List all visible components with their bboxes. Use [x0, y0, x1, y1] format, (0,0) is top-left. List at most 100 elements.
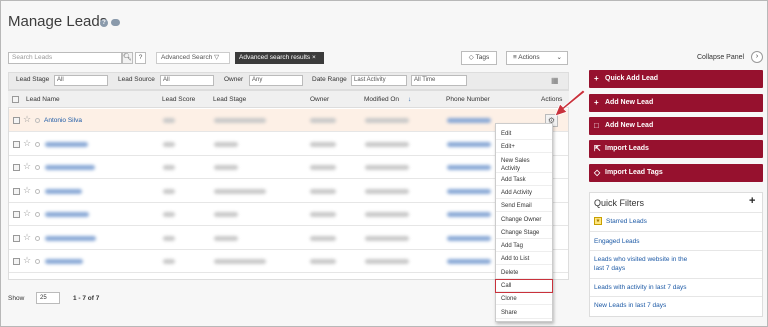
- table-row[interactable]: ☆: [9, 227, 568, 250]
- row-checkbox[interactable]: [13, 258, 20, 265]
- col-owner[interactable]: Owner: [310, 96, 329, 103]
- row-checkbox[interactable]: [13, 235, 20, 242]
- status-dot-icon: [35, 142, 40, 147]
- quick-add-lead-button[interactable]: + Quick Add Lead: [589, 70, 763, 88]
- star-icon: ★: [594, 217, 602, 225]
- lead-name-link[interactable]: [45, 189, 82, 194]
- col-phone-number[interactable]: Phone Number: [446, 96, 490, 103]
- add-new-lead-label: Add New Lead: [605, 99, 654, 106]
- star-icon[interactable]: ☆: [23, 185, 31, 196]
- menu-item-new-sales-activity[interactable]: New Sales Activity: [496, 155, 552, 173]
- phone-number[interactable]: [447, 142, 491, 147]
- menu-item-edit[interactable]: Edit: [496, 128, 552, 140]
- menu-item-add-tag[interactable]: Add Tag: [496, 240, 552, 253]
- menu-item-delete[interactable]: Delete: [496, 267, 552, 279]
- phone-number[interactable]: [447, 212, 491, 217]
- row-checkbox[interactable]: [13, 188, 20, 195]
- modified-on: [365, 165, 409, 170]
- columns-icon[interactable]: ▦: [551, 76, 559, 85]
- search-input[interactable]: Search Leads: [8, 52, 122, 64]
- page-title: Manage Leads: [8, 13, 108, 30]
- table-row[interactable]: ☆: [9, 250, 568, 273]
- table-row[interactable]: ☆: [9, 156, 568, 179]
- tags-button[interactable]: ◇ Tags: [461, 51, 497, 65]
- menu-item-share[interactable]: Share: [496, 307, 552, 319]
- lead-name-link[interactable]: [45, 236, 96, 241]
- help-icon[interactable]: ?: [100, 19, 108, 27]
- tag-icon: ◇: [468, 54, 474, 61]
- menu-item-add-task[interactable]: Add Task: [496, 174, 552, 186]
- star-icon[interactable]: ☆: [23, 232, 31, 243]
- lead-stage-label: Lead Stage: [16, 76, 50, 83]
- star-icon[interactable]: ☆: [23, 208, 31, 219]
- advanced-search-label: Advanced Search: [161, 54, 213, 61]
- add-new-lead-button[interactable]: + Add New Lead: [589, 94, 763, 112]
- lead-name-link[interactable]: [45, 165, 95, 170]
- menu-item-change-stage[interactable]: Change Stage: [496, 227, 552, 239]
- row-checkbox[interactable]: [13, 211, 20, 218]
- search-icon[interactable]: 🔍︎: [122, 52, 133, 64]
- chevron-right-icon[interactable]: ›: [751, 51, 763, 63]
- actions-dropdown[interactable]: ≡ Actions ⌄: [506, 51, 568, 65]
- add-filter-icon[interactable]: +: [749, 195, 755, 207]
- menu-item-change-owner[interactable]: Change Owner: [496, 214, 552, 226]
- date-field-select[interactable]: Last Activity: [351, 75, 407, 86]
- col-lead-score[interactable]: Lead Score: [162, 96, 195, 103]
- star-icon[interactable]: ☆: [23, 138, 31, 149]
- star-icon[interactable]: ☆: [23, 114, 31, 125]
- table-row[interactable]: ☆: [9, 180, 568, 203]
- menu-item-edit[interactable]: Edit+: [496, 141, 552, 154]
- lead-stage-select[interactable]: All: [54, 75, 108, 86]
- advanced-results-chip[interactable]: Advanced search results ×: [235, 52, 324, 64]
- lead-name-link[interactable]: [45, 212, 89, 217]
- menu-item-call[interactable]: Call: [495, 279, 553, 293]
- lead-name-link[interactable]: Antonio Silva: [44, 117, 82, 124]
- sort-desc-icon[interactable]: ↓: [408, 96, 411, 103]
- search-help-button[interactable]: ?: [135, 52, 146, 64]
- page-size-select[interactable]: 25: [36, 292, 60, 304]
- lead-source-select[interactable]: All: [160, 75, 214, 86]
- phone-number[interactable]: [447, 189, 491, 194]
- col-modified-on[interactable]: Modified On: [364, 96, 399, 103]
- lead-stage: [214, 142, 238, 147]
- close-icon[interactable]: ×: [312, 54, 316, 61]
- collapse-panel-label[interactable]: Collapse Panel: [697, 54, 744, 61]
- import-leads-button[interactable]: ⇱ Import Leads: [589, 140, 763, 158]
- row-checkbox[interactable]: [13, 117, 20, 124]
- add-new-lead-form-button[interactable]: □ Add New Lead: [589, 117, 763, 135]
- phone-number[interactable]: [447, 259, 491, 264]
- star-icon[interactable]: ☆: [23, 255, 31, 266]
- col-lead-name[interactable]: Lead Name: [26, 96, 60, 103]
- menu-item-add-activity[interactable]: Add Activity: [496, 187, 552, 199]
- lead-stage: [214, 236, 238, 241]
- table-row[interactable]: ☆: [9, 133, 568, 156]
- owner-select[interactable]: Any: [249, 75, 303, 86]
- quick-filter-activity[interactable]: Leads with activity in last 7 days: [594, 283, 687, 292]
- star-icon[interactable]: ☆: [23, 161, 31, 172]
- chat-icon[interactable]: [111, 19, 120, 26]
- row-checkbox[interactable]: [13, 141, 20, 148]
- phone-number[interactable]: [447, 165, 491, 170]
- phone-number[interactable]: [447, 236, 491, 241]
- divider: [590, 250, 762, 251]
- quick-filter-engaged[interactable]: Engaged Leads: [594, 237, 640, 246]
- divider: [590, 296, 762, 297]
- quick-filter-starred[interactable]: Starred Leads: [606, 217, 647, 226]
- menu-item-send-email[interactable]: Send Email: [496, 200, 552, 213]
- import-lead-tags-button[interactable]: ◇ Import Lead Tags: [589, 164, 763, 182]
- quick-filter-new-leads[interactable]: New Leads in last 7 days: [594, 301, 666, 310]
- lead-name-link[interactable]: [45, 259, 83, 264]
- owner: [310, 189, 336, 194]
- menu-item-clone[interactable]: Clone: [496, 293, 552, 306]
- select-all-checkbox[interactable]: [12, 96, 19, 103]
- table-row[interactable]: ☆: [9, 203, 568, 226]
- date-range-select[interactable]: All Time: [411, 75, 467, 86]
- advanced-search-button[interactable]: Advanced Search ▽: [156, 52, 230, 64]
- col-lead-stage[interactable]: Lead Stage: [213, 96, 246, 103]
- lead-name-link[interactable]: [45, 142, 88, 147]
- row-checkbox[interactable]: [13, 164, 20, 171]
- menu-item-add-to-list[interactable]: Add to List: [496, 253, 552, 266]
- table-row[interactable]: ☆ Antonio Silva ⚙: [9, 109, 568, 132]
- quick-filter-visited-website[interactable]: Leads who visited website in the last 7 …: [594, 255, 687, 273]
- phone-number[interactable]: [447, 118, 491, 123]
